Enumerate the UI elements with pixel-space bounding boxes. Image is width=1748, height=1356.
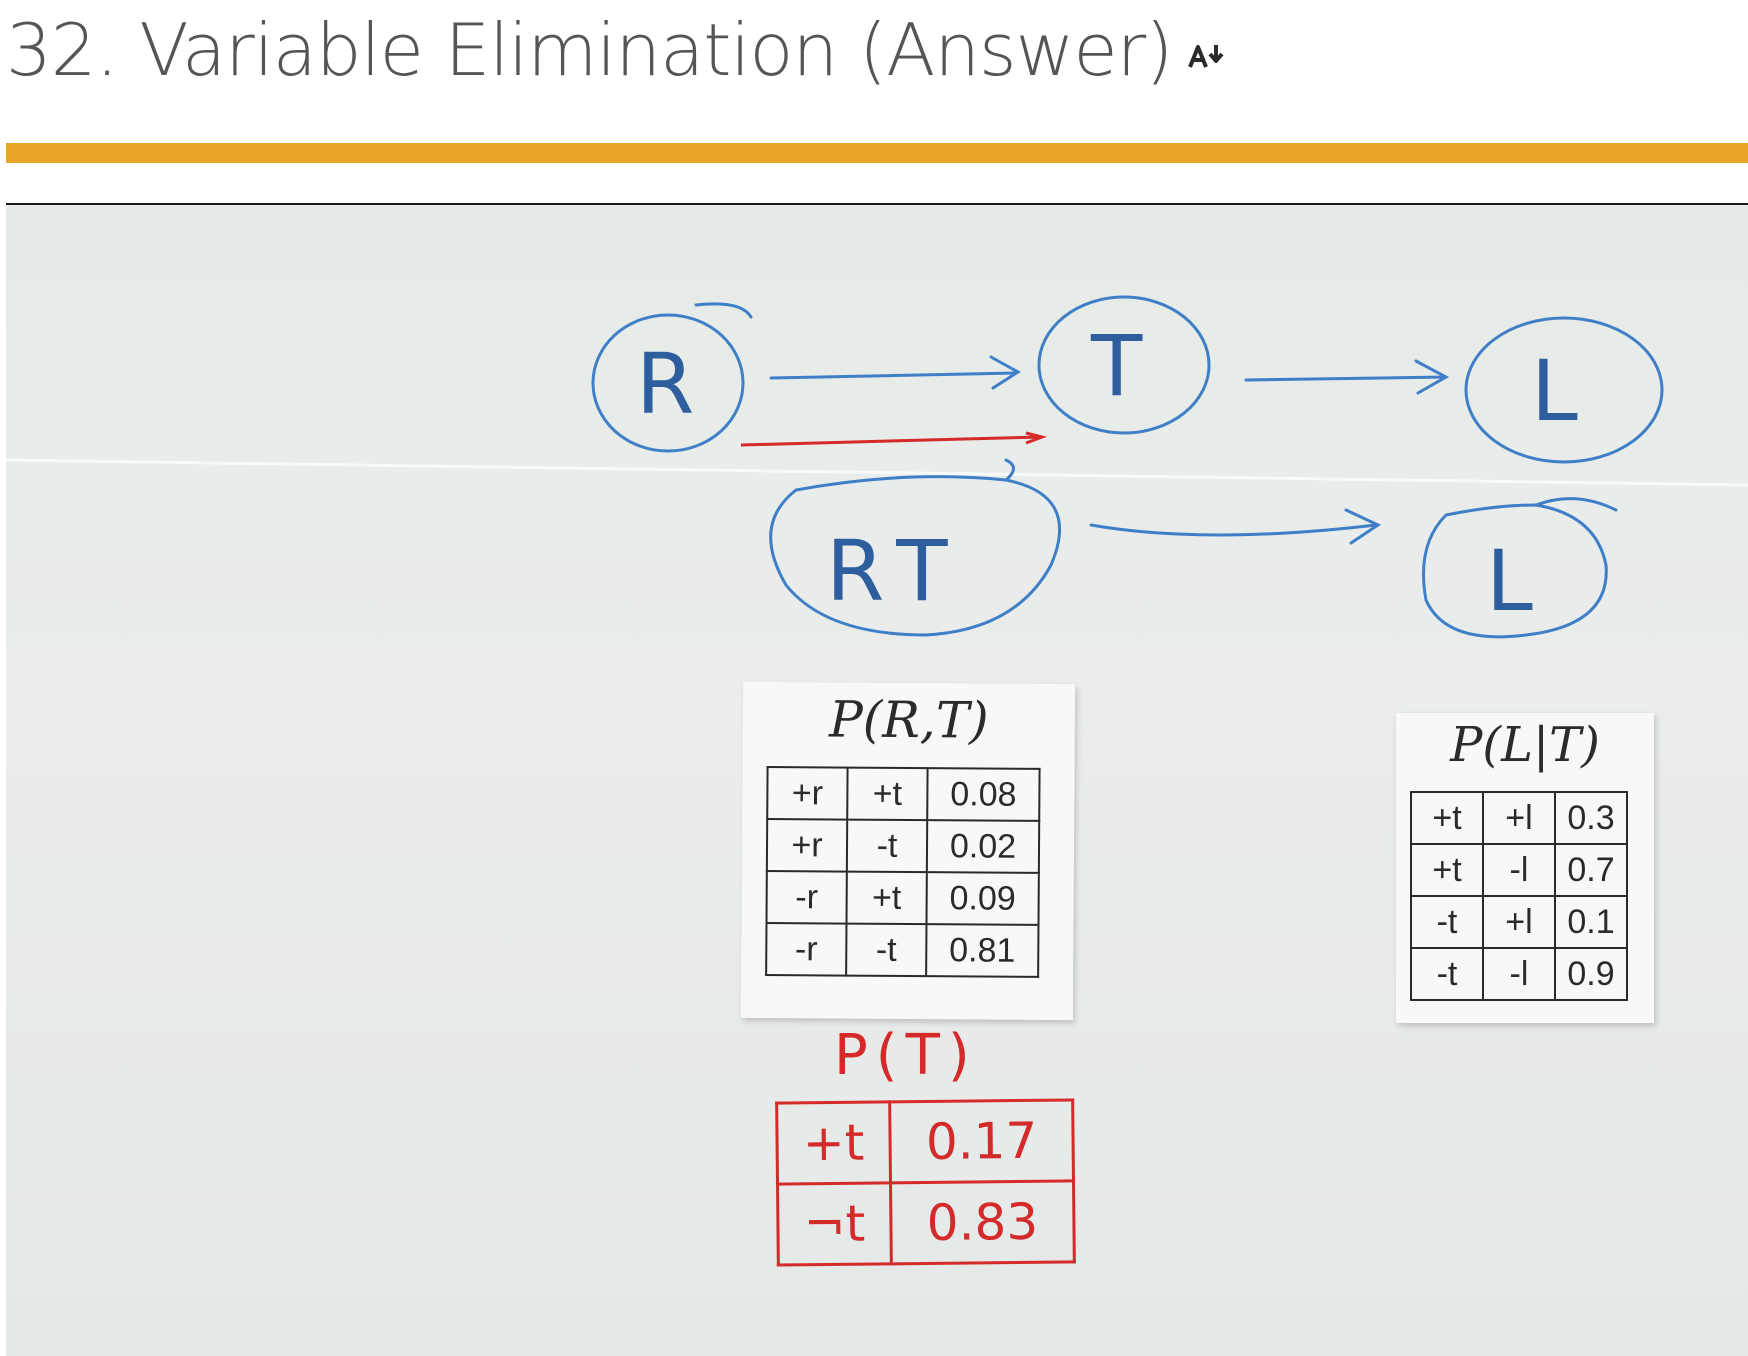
table-cell: 0.9 — [1554, 947, 1628, 1001]
table-cell: +r — [766, 819, 848, 872]
table-p-lt: +t +l 0.3 +t -l 0.7 -t +l 0.1 -t -l 0.9 — [1410, 791, 1628, 1001]
table-cell: 0.83 — [890, 1180, 1075, 1264]
table-cell: -r — [766, 871, 847, 924]
table-cell: -t — [1410, 947, 1484, 1001]
table-cell: 0.02 — [926, 820, 1040, 873]
card-p-rt-title: P(R,T) — [828, 690, 989, 750]
table-cell: -t — [1410, 895, 1484, 949]
table-row: -r -t 0.81 — [766, 923, 1039, 977]
table-row: -t -l 0.9 — [1410, 947, 1628, 1001]
node-rt-tail — [1004, 458, 1015, 482]
card-p-lt: P(L|T) +t +l 0.3 +t -l 0.7 -t +l 0.1 -t … — [1396, 713, 1654, 1023]
table-cell: +t — [847, 767, 928, 821]
node-r-tail — [694, 302, 753, 319]
table-cell: +t — [1410, 843, 1484, 897]
table-cell: 0.09 — [926, 872, 1039, 925]
table-cell: ¬t — [777, 1182, 892, 1266]
table-cell: +l — [1482, 895, 1556, 949]
arrow-r-t — [769, 371, 1018, 380]
table-row: +r +t 0.08 — [767, 767, 1040, 821]
card-p-rt: P(R,T) +r +t 0.08 +r -t 0.02 -r +t 0.09 — [740, 681, 1076, 1021]
table-cell: -r — [766, 923, 847, 976]
table-row: ¬t 0.83 — [777, 1180, 1075, 1266]
table-cell: 0.81 — [926, 924, 1039, 977]
node-l-label: L — [1531, 342, 1578, 440]
table-cell: -t — [846, 819, 928, 873]
table-cell: +t — [1410, 791, 1484, 845]
red-merge-arrow — [740, 435, 1042, 447]
table-cell: 0.3 — [1554, 791, 1628, 845]
table-p-t: +t 0.17 ¬t 0.83 — [775, 1098, 1076, 1266]
table-row: +r -t 0.02 — [766, 819, 1040, 873]
node-l2-label: L — [1486, 532, 1533, 630]
accent-bar — [6, 143, 1748, 163]
table-cell: 0.08 — [927, 768, 1040, 821]
card-p-lt-title: P(L|T) — [1450, 717, 1600, 773]
table-cell: +t — [846, 871, 927, 925]
table-cell: +r — [767, 767, 848, 820]
table-cell: +t — [776, 1101, 891, 1185]
table-cell: -l — [1482, 843, 1556, 897]
text-size-icon[interactable] — [1186, 39, 1226, 71]
table-p-rt: +r +t 0.08 +r -t 0.02 -r +t 0.09 -r -t 0… — [765, 766, 1040, 978]
title-row: 32. Variable Elimination (Answer) — [6, 0, 1226, 100]
table-cell: -l — [1482, 947, 1556, 1001]
node-rt-label: RT — [826, 522, 966, 620]
node-r-label: R — [636, 335, 694, 433]
arrow-t-l — [1244, 375, 1448, 382]
video-frame[interactable]: R T L RT L P(R,T) +r +t 0.08 +r -t 0.02 — [6, 203, 1748, 1356]
page-title: 32. Variable Elimination (Answer) — [6, 8, 1173, 92]
node-t-label: T — [1090, 317, 1143, 415]
table-cell: +l — [1482, 791, 1556, 845]
table-cell: -t — [846, 923, 927, 977]
table-row: -r +t 0.09 — [766, 871, 1039, 925]
table-row: +t 0.17 — [776, 1099, 1074, 1185]
table-row: +t -l 0.7 — [1410, 843, 1628, 897]
table-row: -t +l 0.1 — [1410, 895, 1628, 949]
table-cell: 0.17 — [889, 1099, 1074, 1183]
hand-p-t-title: P(T) — [834, 1023, 978, 1088]
table-cell: 0.1 — [1554, 895, 1628, 949]
arrow-rt-l — [1089, 523, 1378, 537]
table-cell: 0.7 — [1554, 843, 1628, 897]
table-row: +t +l 0.3 — [1410, 791, 1628, 845]
